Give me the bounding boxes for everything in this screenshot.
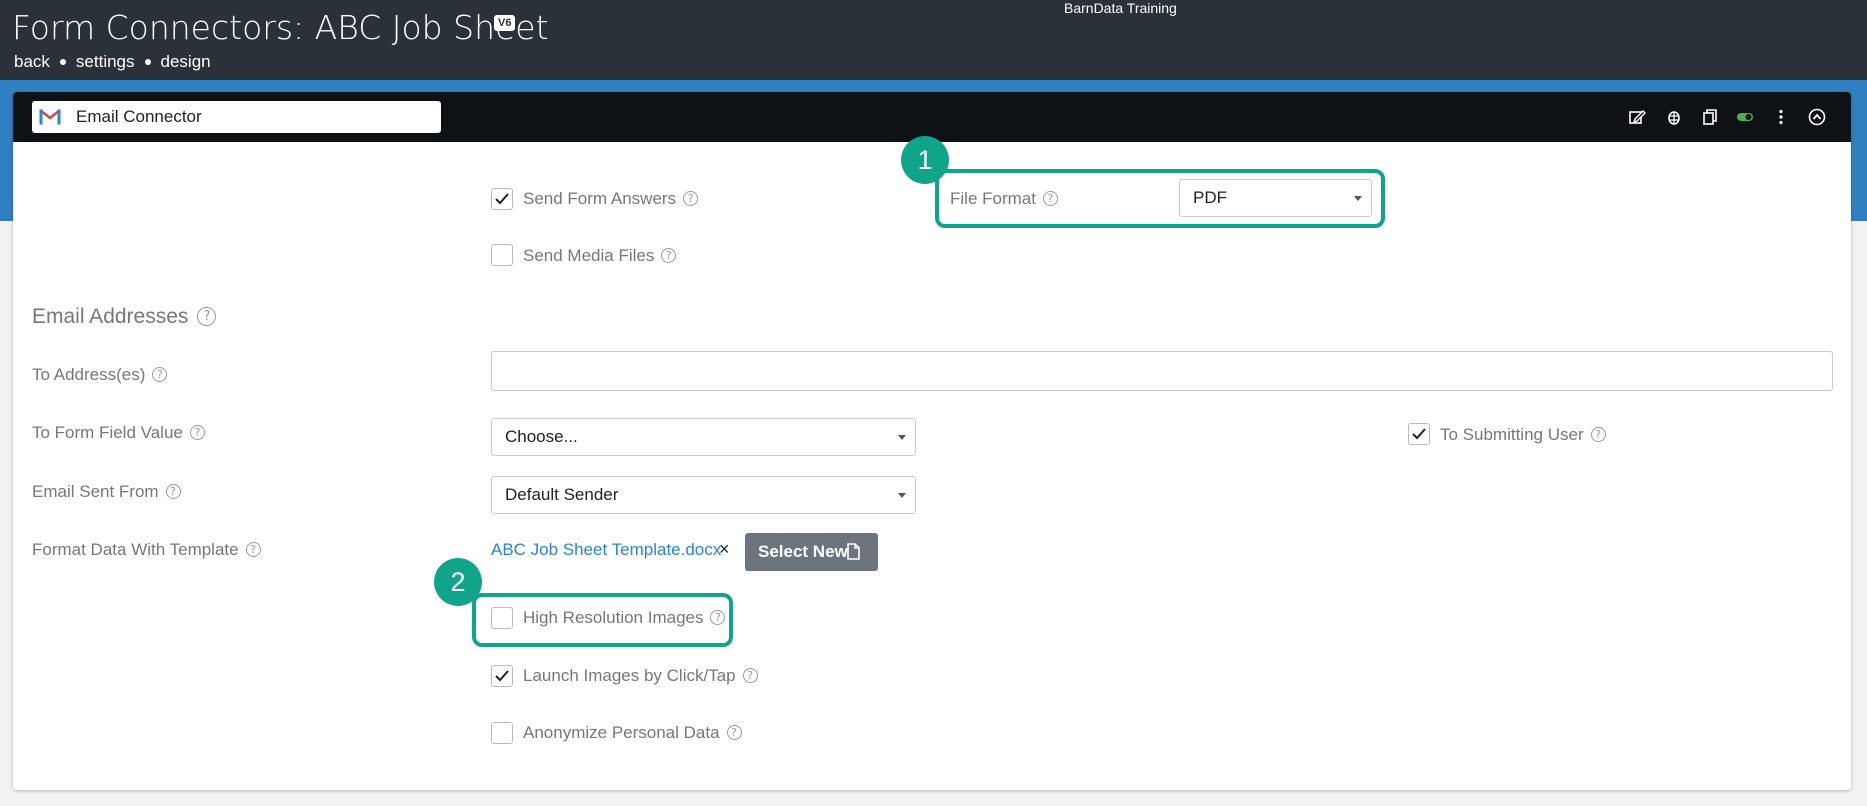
help-icon[interactable]: ? (245, 542, 261, 558)
connector-card: Email Connector Send Form Answers? File … (13, 92, 1851, 790)
chevron-down-icon (898, 493, 906, 498)
connector-card-header: Email Connector (13, 92, 1851, 142)
help-icon[interactable]: ? (1590, 427, 1606, 443)
to-form-field-value-text: To Form Field Value (32, 423, 183, 442)
email-addresses-text: Email Addresses (32, 305, 189, 328)
launch-images-label: Launch Images by Click/Tap? (523, 666, 758, 686)
send-media-files-text: Send Media Files (523, 246, 655, 265)
email-sent-from-label: Email Sent From? (32, 482, 181, 502)
launch-images-text: Launch Images by Click/Tap (523, 666, 736, 685)
version-badge: V6 (494, 15, 516, 31)
copy-icon[interactable] (1701, 108, 1719, 126)
to-form-field-value-select[interactable]: Choose... (491, 418, 916, 456)
email-addresses-title: Email Addresses? (32, 305, 217, 329)
edit-icon[interactable] (1628, 108, 1646, 126)
to-form-field-value-value: Choose... (505, 427, 578, 446)
connector-name-field[interactable]: Email Connector (32, 101, 441, 133)
remove-template-icon[interactable]: × (719, 539, 730, 560)
format-template-label: Format Data With Template? (32, 540, 261, 560)
help-icon[interactable]: ? (197, 306, 217, 326)
connector-name: Email Connector (76, 107, 202, 126)
to-addresses-text: To Address(es) (32, 365, 146, 384)
app-header: Form Connectors: ABC Job Sheet V6 BarnDa… (0, 0, 1867, 80)
breadcrumb-back[interactable]: back (14, 52, 50, 72)
email-sent-from-select[interactable]: Default Sender (491, 476, 916, 514)
collapse-up-icon[interactable] (1808, 108, 1826, 126)
breadcrumb-separator (59, 59, 66, 65)
send-media-files-label: Send Media Files? (523, 246, 677, 266)
bug-icon[interactable] (1665, 108, 1683, 126)
to-addresses-label: To Address(es)? (32, 365, 168, 385)
help-icon[interactable]: ? (661, 248, 677, 264)
to-submitting-user-checkbox[interactable] (1408, 423, 1430, 445)
help-icon[interactable]: ? (165, 484, 181, 500)
send-form-answers-text: Send Form Answers (523, 189, 677, 208)
toggle-on-icon[interactable] (1736, 108, 1754, 126)
callout-box-file-format (935, 169, 1385, 228)
help-icon[interactable]: ? (726, 725, 742, 741)
help-icon[interactable]: ? (742, 668, 758, 684)
gmail-icon (39, 108, 61, 130)
chevron-down-icon (898, 435, 906, 440)
help-icon[interactable]: ? (683, 191, 699, 207)
launch-images-checkbox[interactable] (491, 665, 513, 687)
anonymize-text: Anonymize Personal Data (523, 723, 720, 742)
help-icon[interactable]: ? (152, 367, 168, 383)
send-form-answers-label: Send Form Answers? (523, 189, 699, 209)
breadcrumb-settings[interactable]: settings (76, 52, 135, 72)
to-form-field-value-label: To Form Field Value? (32, 423, 205, 443)
help-icon[interactable]: ? (189, 425, 205, 441)
anonymize-checkbox[interactable] (491, 722, 513, 744)
callout-box-high-res (472, 593, 733, 647)
file-icon (847, 543, 860, 565)
select-new-label: Select New (758, 542, 848, 561)
select-new-button[interactable]: Select New (745, 533, 878, 571)
more-vertical-icon[interactable] (1772, 108, 1790, 126)
format-template-text: Format Data With Template (32, 540, 239, 559)
to-submitting-user-text: To Submitting User (1440, 425, 1584, 444)
send-form-answers-checkbox[interactable] (491, 188, 513, 210)
email-sent-from-value: Default Sender (505, 485, 619, 504)
template-file-link[interactable]: ABC Job Sheet Template.docx (491, 540, 721, 560)
to-addresses-input[interactable] (491, 351, 1833, 391)
callout-number-2: 2 (434, 558, 482, 606)
to-submitting-user-label: To Submitting User? (1440, 425, 1606, 445)
anonymize-label: Anonymize Personal Data? (523, 723, 742, 743)
send-media-files-checkbox[interactable] (491, 244, 513, 266)
email-sent-from-text: Email Sent From (32, 482, 159, 501)
breadcrumb: back settings design (14, 52, 211, 72)
breadcrumb-separator (144, 59, 151, 65)
org-name: BarnData Training (1064, 0, 1177, 16)
callout-number-1: 1 (901, 136, 949, 184)
page-title: Form Connectors: ABC Job Sheet (12, 8, 549, 47)
breadcrumb-design[interactable]: design (161, 52, 211, 72)
